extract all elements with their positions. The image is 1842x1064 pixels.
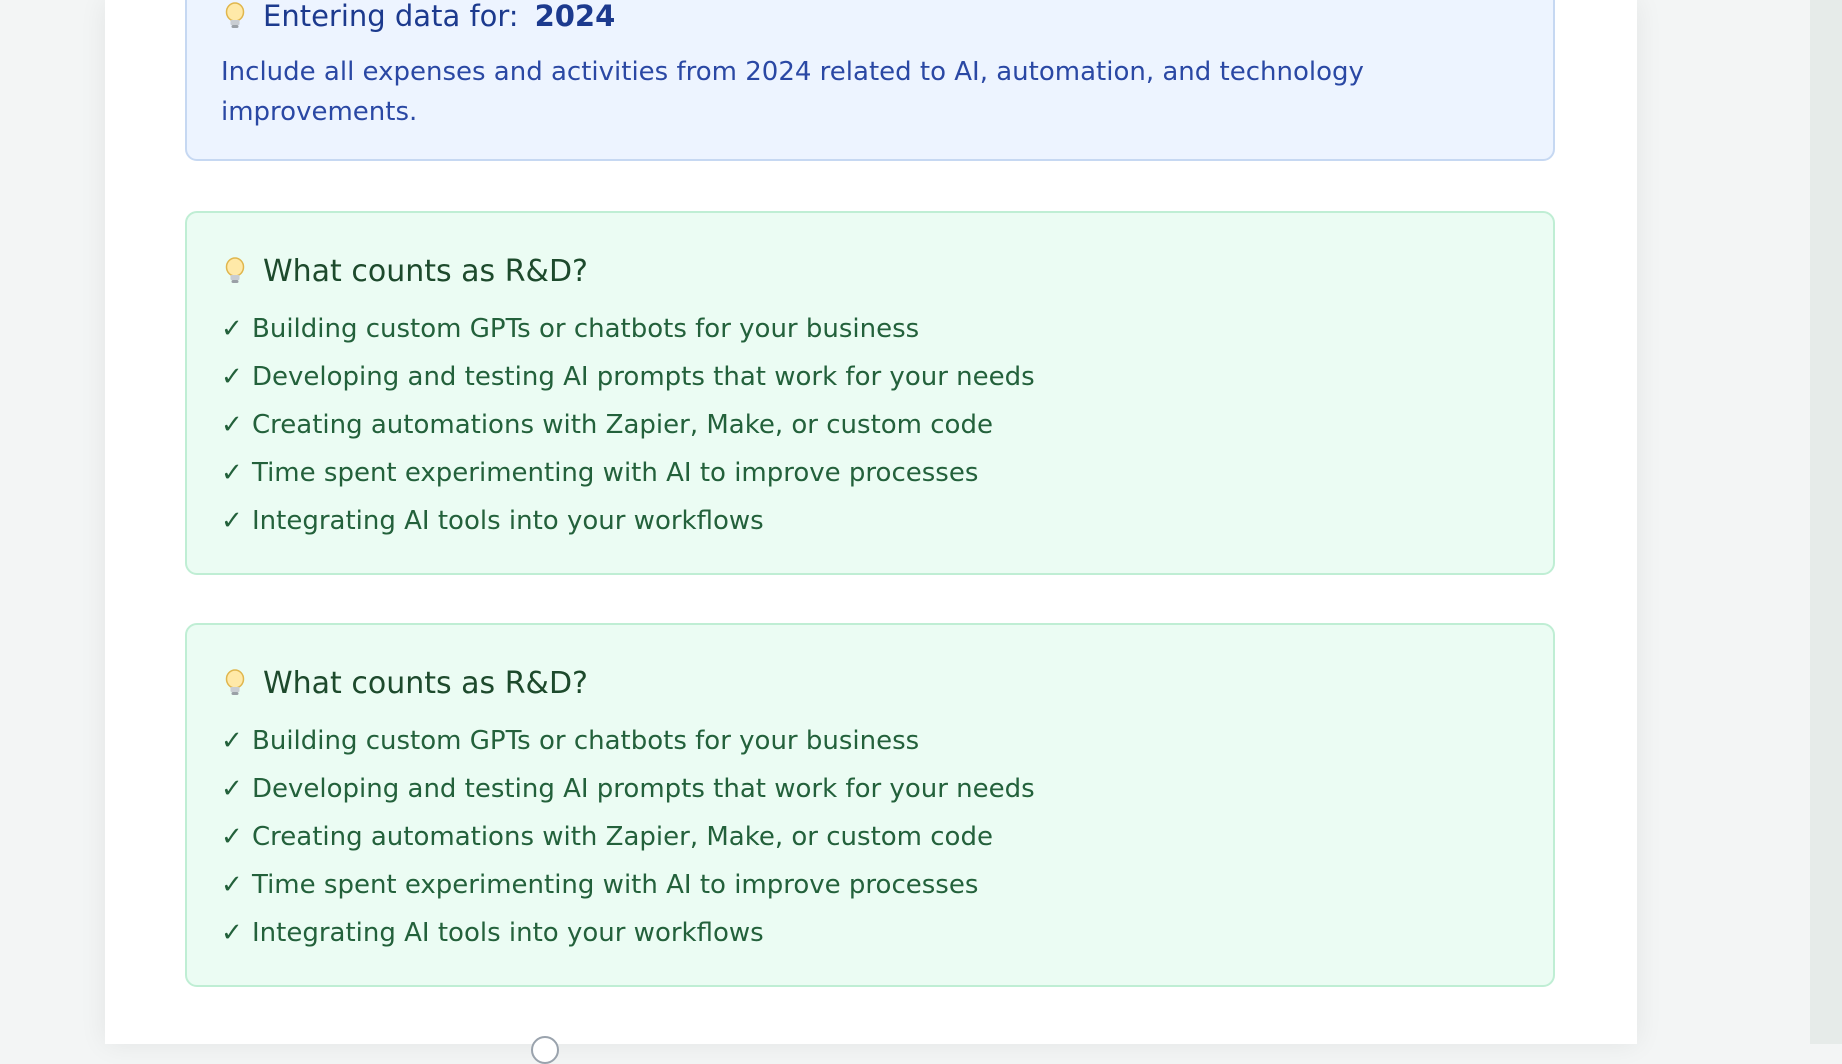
page-right-rail bbox=[1810, 0, 1842, 1044]
rd-guidance-title: What counts as R&D? bbox=[263, 253, 588, 289]
rd-guidance-heading: What counts as R&D? bbox=[221, 249, 588, 293]
checkmark-icon: ✓ bbox=[221, 314, 243, 344]
list-item-text: Time spent experimenting with AI to impr… bbox=[252, 870, 979, 900]
rd-guidance-box: What counts as R&D? ✓ Building custom GP… bbox=[185, 623, 1555, 987]
rd-guidance-list: ✓ Building custom GPTs or chatbots for y… bbox=[221, 717, 1035, 957]
list-item: ✓ Integrating AI tools into your workflo… bbox=[221, 909, 1035, 957]
list-item: ✓ Time spent experimenting with AI to im… bbox=[221, 449, 1035, 497]
list-item: ✓ Building custom GPTs or chatbots for y… bbox=[221, 717, 1035, 765]
checkmark-icon: ✓ bbox=[221, 774, 243, 804]
list-item-text: Developing and testing AI prompts that w… bbox=[252, 774, 1035, 804]
rd-guidance-heading: What counts as R&D? bbox=[221, 661, 588, 705]
rd-guidance-title: What counts as R&D? bbox=[263, 665, 588, 701]
list-item: ✓ Integrating AI tools into your workflo… bbox=[221, 497, 1035, 545]
list-item-text: Building custom GPTs or chatbots for you… bbox=[252, 726, 920, 756]
entering-data-info-box: Entering data for: 2024 Include all expe… bbox=[185, 0, 1555, 161]
checkmark-icon: ✓ bbox=[221, 506, 243, 536]
list-item-text: Integrating AI tools into your workflows bbox=[252, 506, 764, 536]
lightbulb-icon bbox=[221, 256, 251, 286]
entering-data-year: 2024 bbox=[534, 0, 616, 33]
list-item-text: Creating automations with Zapier, Make, … bbox=[252, 410, 993, 440]
rd-guidance-box: What counts as R&D? ✓ Building custom GP… bbox=[185, 211, 1555, 575]
checkmark-icon: ✓ bbox=[221, 410, 243, 440]
lightbulb-icon bbox=[221, 668, 251, 698]
list-item-text: Building custom GPTs or chatbots for you… bbox=[252, 314, 920, 344]
radio-button[interactable] bbox=[531, 1036, 559, 1064]
checkmark-icon: ✓ bbox=[221, 726, 243, 756]
entering-data-heading: Entering data for: 2024 bbox=[221, 0, 615, 36]
checkmark-icon: ✓ bbox=[221, 458, 243, 488]
list-item-text: Time spent experimenting with AI to impr… bbox=[252, 458, 979, 488]
list-item-text: Creating automations with Zapier, Make, … bbox=[252, 822, 993, 852]
list-item: ✓ Creating automations with Zapier, Make… bbox=[221, 813, 1035, 861]
list-item: ✓ Time spent experimenting with AI to im… bbox=[221, 861, 1035, 909]
list-item: ✓ Creating automations with Zapier, Make… bbox=[221, 401, 1035, 449]
checkmark-icon: ✓ bbox=[221, 918, 243, 948]
entering-data-description: Include all expenses and activities from… bbox=[221, 57, 1364, 127]
list-item: ✓ Developing and testing AI prompts that… bbox=[221, 765, 1035, 813]
checkmark-icon: ✓ bbox=[221, 822, 243, 852]
checkmark-icon: ✓ bbox=[221, 362, 243, 392]
list-item: ✓ Developing and testing AI prompts that… bbox=[221, 353, 1035, 401]
checkmark-icon: ✓ bbox=[221, 870, 243, 900]
rd-guidance-list: ✓ Building custom GPTs or chatbots for y… bbox=[221, 305, 1035, 545]
lightbulb-icon bbox=[221, 1, 251, 31]
list-item-text: Developing and testing AI prompts that w… bbox=[252, 362, 1035, 392]
entering-data-label: Entering data for: bbox=[263, 0, 519, 33]
list-item: ✓ Building custom GPTs or chatbots for y… bbox=[221, 305, 1035, 353]
main-card: Entering data for: 2024 Include all expe… bbox=[105, 0, 1637, 1064]
list-item-text: Integrating AI tools into your workflows bbox=[252, 918, 764, 948]
